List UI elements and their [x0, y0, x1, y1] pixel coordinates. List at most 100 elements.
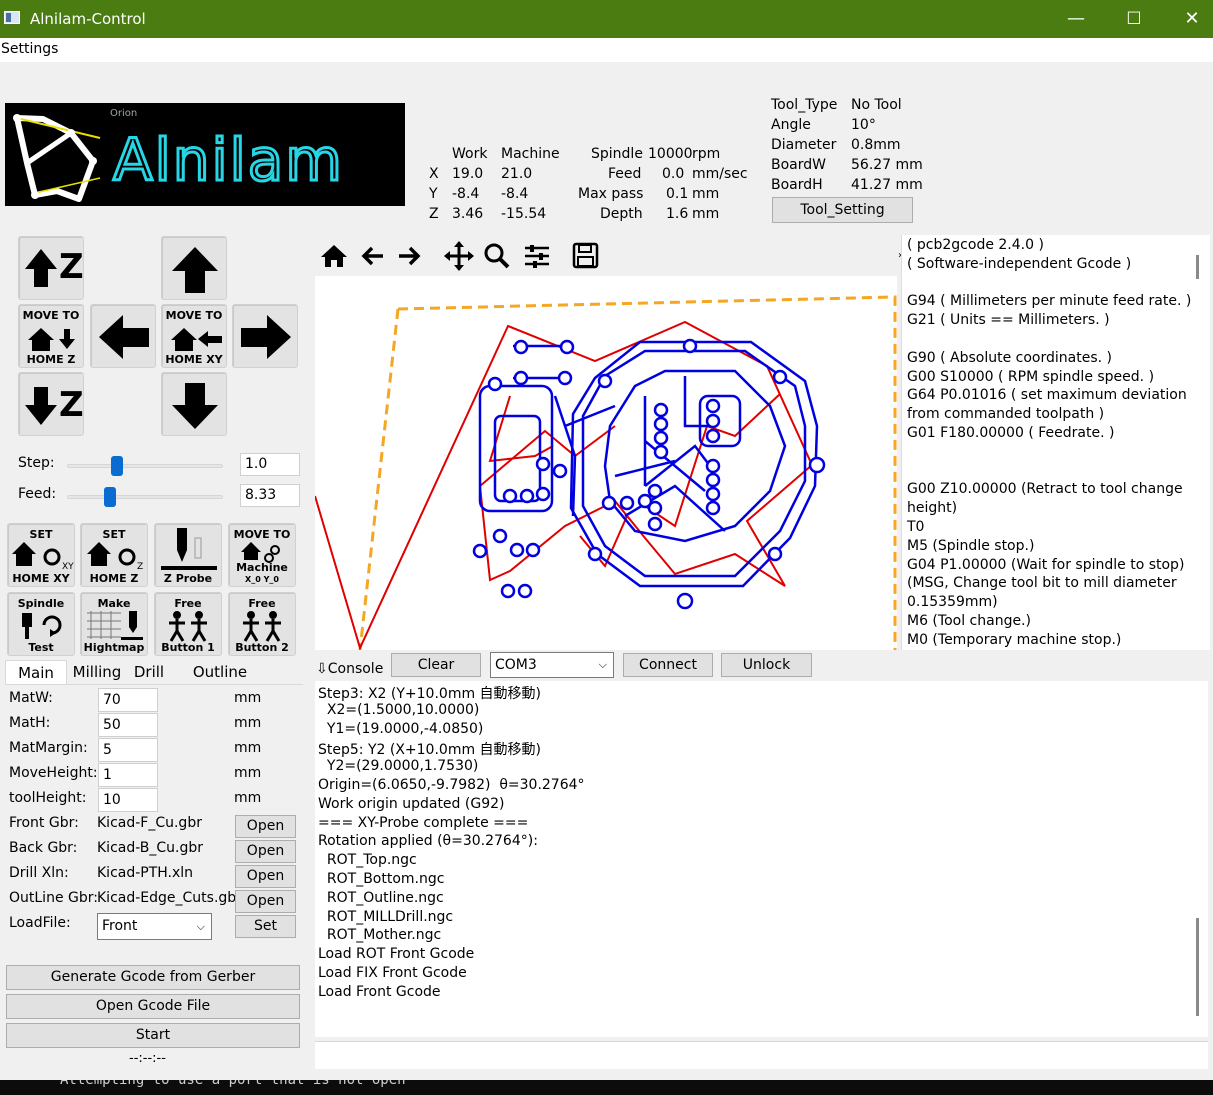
console-scrollbar[interactable] [1196, 918, 1199, 1016]
make-heightmap-button[interactable]: Make Hightmap [80, 592, 148, 656]
console-line: ROT_Mother.ngc [318, 927, 442, 944]
save-floppy-icon[interactable] [572, 242, 600, 270]
z-probe-button[interactable]: Z Probe [154, 523, 222, 587]
moveheight-field[interactable]: 1 [98, 763, 158, 787]
move-to-home-xy-button[interactable]: MOVE TO HOME XY [161, 304, 227, 368]
tab-milling[interactable]: Milling [67, 660, 127, 684]
boardw-label: BoardW [771, 157, 826, 173]
menu-settings[interactable]: Settings [1, 41, 58, 57]
outline-gbr-label: OutLine Gbr: [9, 890, 98, 906]
open-outline-button[interactable]: Open [235, 890, 296, 913]
jog-y-down-button[interactable] [161, 372, 227, 436]
console-line: ROT_MILLDrill.ngc [318, 908, 454, 925]
moveheight-label: MoveHeight: [9, 765, 98, 781]
console-line: ROT_Top.ngc [318, 852, 417, 869]
step-slider-thumb[interactable] [110, 456, 123, 476]
z-axis-label: Z [429, 206, 439, 222]
com-port-value: COM3 [495, 657, 537, 673]
connect-button[interactable]: Connect [623, 653, 713, 677]
math-unit: mm [234, 715, 262, 731]
gcode-line: M0 (Temporary machine stop.) [907, 631, 1122, 648]
diameter-label: Diameter [771, 137, 837, 153]
com-port-select[interactable]: COM3 ⌵ [490, 652, 614, 678]
drill-xln-label: Drill Xln: [9, 865, 69, 881]
jog-x-left-button[interactable] [90, 304, 156, 368]
jog-y-up-button[interactable] [161, 236, 227, 300]
front-gbr-value: Kicad-F_Cu.gbr [97, 815, 202, 831]
outline-gbr-value: Kicad-Edge_Cuts.gbr [97, 890, 242, 906]
generate-gcode-button[interactable]: Generate Gcode from Gerber [6, 965, 300, 990]
logo-text: Alnilam [112, 125, 344, 196]
console-log[interactable]: Step3: X2 (Y+10.0mm 自動移動) X2=(1.5000,10.… [315, 681, 1208, 1037]
move-to-machine-origin-button[interactable]: MOVE TO Machine X_0 Y_0 [228, 523, 296, 587]
tab-drill[interactable]: Drill [127, 660, 171, 684]
maximize-button[interactable]: ☐ [1105, 0, 1163, 38]
gcode-line: M5 (Spindle stop.) [907, 537, 1035, 554]
start-button[interactable]: Start [6, 1023, 300, 1048]
forward-arrow-icon[interactable] [395, 243, 423, 269]
hightmap-label: Hightmap [83, 641, 145, 654]
open-back-button[interactable]: Open [235, 840, 296, 863]
free-button-2[interactable]: Free Button 2 [228, 592, 296, 656]
home-icon[interactable] [320, 243, 348, 269]
header-work: Work [452, 146, 488, 162]
logo-subtitle: Orion [110, 108, 138, 119]
clear-button[interactable]: Clear [391, 653, 481, 677]
spindle-test-button[interactable]: Spindle Test [7, 592, 75, 656]
unlock-button[interactable]: Unlock [721, 653, 812, 677]
jog-z-down-button[interactable]: Z [18, 372, 84, 436]
angle-value: 10° [851, 117, 876, 133]
feed-value-entry[interactable]: 8.33 [240, 484, 300, 507]
matw-label: MatW: [9, 690, 53, 706]
set-home-xy-button[interactable]: SET XY HOME XY [7, 523, 75, 587]
console-line: Load ROT Front Gcode [318, 946, 475, 963]
minimize-button[interactable]: — [1047, 0, 1105, 38]
set-loadfile-button[interactable]: Set [235, 915, 296, 938]
command-input[interactable] [315, 1041, 1208, 1069]
gcode-scrollbar[interactable] [1196, 255, 1199, 279]
step-slider[interactable] [67, 456, 223, 476]
move-to-home-z-button[interactable]: MOVE TO HOME Z [18, 304, 84, 368]
app-window: Alnilam-Control — ☐ ✕ Settings Orion Aln… [0, 0, 1213, 1095]
boardw-value: 56.27 mm [851, 157, 923, 173]
app-icon [4, 11, 20, 24]
jog-z-up-button[interactable]: Z [18, 236, 84, 300]
toolpath-plot[interactable] [315, 276, 897, 650]
tab-main[interactable]: Main [5, 660, 67, 684]
set-home-z-button[interactable]: SET Z HOME Z [80, 523, 148, 587]
step-value[interactable]: 1.0 [240, 453, 300, 476]
boardh-value: 41.27 mm [851, 177, 923, 193]
x-machine-value: 21.0 [501, 166, 533, 182]
loadfile-select[interactable]: Front ⌵ [97, 913, 212, 940]
open-gcode-file-button[interactable]: Open Gcode File [6, 994, 300, 1019]
free-button-1[interactable]: Free Button 1 [154, 592, 222, 656]
feed-value: 0.0 [662, 166, 685, 182]
alnilam-logo: Orion Alnilam [5, 103, 405, 206]
tool-setting-button[interactable]: Tool_Setting [772, 197, 913, 223]
loadfile-label: LoadFile: [9, 915, 71, 931]
matw-field[interactable]: 70 [98, 688, 158, 712]
console-toggle[interactable]: ⇩Console [316, 661, 383, 677]
title-bar: Alnilam-Control — ☐ ✕ [0, 0, 1213, 38]
toolheight-field[interactable]: 10 [98, 788, 158, 812]
open-drill-button[interactable]: Open [235, 865, 296, 888]
gcode-text-panel[interactable]: ( pcb2gcode 2.4.0 ) ( Software-independen… [901, 235, 1210, 650]
feed-slider-thumb[interactable] [103, 487, 116, 507]
tab-outline[interactable]: Outline [188, 660, 252, 684]
configure-subplots-icon[interactable] [523, 243, 551, 269]
gcode-line: G00 Z10.00000 (Retract to tool change [907, 481, 1183, 498]
zoom-magnifier-icon[interactable] [483, 242, 511, 270]
back-arrow-icon[interactable] [359, 243, 387, 269]
close-button[interactable]: ✕ [1163, 0, 1213, 38]
matmargin-label: MatMargin: [9, 740, 88, 756]
pan-move-icon[interactable] [444, 241, 474, 271]
jog-x-right-button[interactable] [232, 304, 298, 368]
math-field[interactable]: 50 [98, 713, 158, 737]
feed-slider[interactable] [67, 487, 223, 507]
matmargin-field[interactable]: 5 [98, 738, 158, 762]
toolheight-label: toolHeight: [9, 790, 87, 806]
drill-xln-value: Kicad-PTH.xln [97, 865, 194, 881]
arrow-left-icon [99, 315, 149, 359]
open-front-button[interactable]: Open [235, 815, 296, 838]
button2-label: Button 2 [235, 641, 289, 654]
